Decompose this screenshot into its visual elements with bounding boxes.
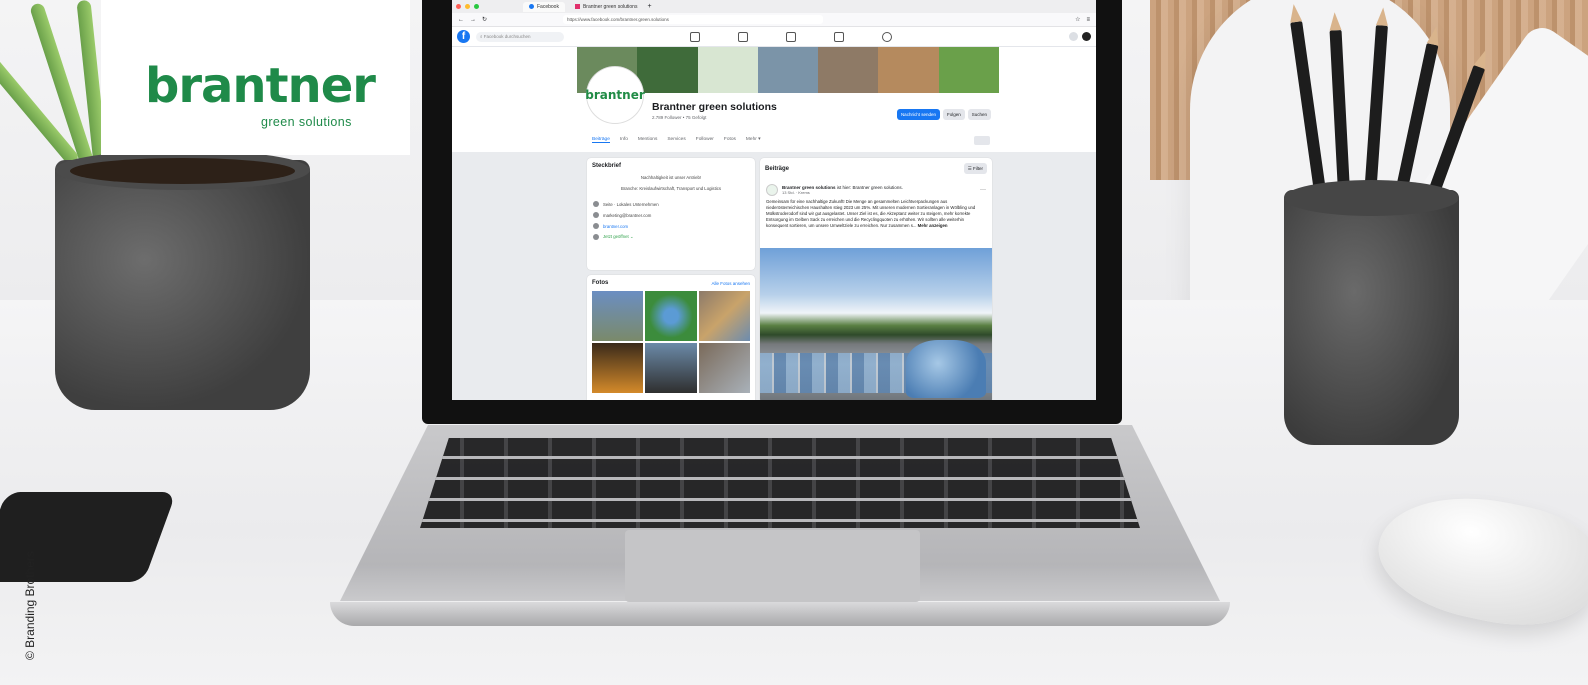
browser-tab-brantner[interactable]: Brantner green solutions bbox=[569, 2, 643, 12]
browser-tab-facebook[interactable]: Facebook bbox=[523, 1, 565, 12]
tab-label: Brantner green solutions bbox=[582, 3, 638, 10]
messenger-icon[interactable] bbox=[1082, 32, 1091, 41]
tab-followers[interactable]: Follower bbox=[696, 137, 714, 143]
photo-thumbnail[interactable] bbox=[592, 291, 644, 341]
forward-icon[interactable]: → bbox=[470, 17, 476, 23]
page-followers[interactable]: 2.789 Follower • 75 Gefolgt bbox=[652, 115, 706, 120]
home-icon[interactable] bbox=[690, 31, 700, 42]
post-date[interactable]: 13 Std. · Krems bbox=[782, 190, 903, 195]
mail-icon bbox=[593, 212, 599, 218]
pencil-cup-rim bbox=[1284, 180, 1459, 216]
facebook-favicon-icon bbox=[529, 4, 534, 9]
photo-thumbnail[interactable] bbox=[698, 291, 750, 341]
keyboard-rows bbox=[420, 438, 1140, 528]
photo-thumbnail[interactable] bbox=[592, 343, 644, 393]
tab-services[interactable]: Services bbox=[667, 137, 685, 143]
send-message-button[interactable]: Nachricht senden bbox=[896, 109, 940, 120]
photos-grid bbox=[592, 291, 750, 393]
facebook-top-nav: f ⌕ Facebook durchsuchen bbox=[452, 27, 1096, 47]
post-text: Gemeinsam für eine nachhaltige Zukunft! … bbox=[766, 199, 976, 228]
facebook-logo-icon[interactable]: f bbox=[457, 30, 470, 43]
laptop-screen: Facebook Brantner green solutions + ← → … bbox=[452, 0, 1096, 400]
tab-mentions[interactable]: Mentions bbox=[638, 137, 657, 143]
bookmark-star-icon[interactable]: ☆ bbox=[1075, 16, 1080, 23]
facebook-search-input[interactable]: ⌕ Facebook durchsuchen bbox=[476, 31, 564, 42]
photos-title: Fotos bbox=[592, 280, 609, 286]
marketplace-icon[interactable] bbox=[834, 31, 844, 42]
more-options-button[interactable] bbox=[974, 136, 990, 145]
search-placeholder: Facebook durchsuchen bbox=[483, 34, 531, 39]
maximize-window-icon[interactable] bbox=[474, 4, 479, 9]
see-all-photos-link[interactable]: Alle Fotos ansehen bbox=[711, 281, 750, 286]
intro-row: marketing@brantner.com bbox=[593, 212, 749, 218]
intro-row: brantner.com bbox=[593, 223, 749, 229]
photos-card: Fotos Alle Fotos ansehen bbox=[587, 275, 755, 400]
plant-soil bbox=[70, 158, 295, 184]
see-more-link[interactable]: Mehr anzeigen bbox=[918, 223, 948, 228]
tab-info[interactable]: Info bbox=[620, 137, 628, 143]
page-title: Brantner green solutions bbox=[652, 101, 777, 113]
back-icon[interactable]: ← bbox=[458, 17, 464, 23]
brand-logo-card: brantner green solutions bbox=[101, 0, 410, 155]
posts-card: Beiträge ☰ Filter Brantner green solutio… bbox=[760, 158, 992, 400]
friends-icon[interactable] bbox=[738, 31, 748, 42]
intro-title: Steckbrief bbox=[592, 163, 622, 169]
clock-icon bbox=[593, 234, 599, 240]
plastic-pile bbox=[906, 340, 986, 398]
posts-title: Beiträge bbox=[765, 165, 790, 172]
intro-row: Seite · Lokales Unternehmen bbox=[593, 201, 749, 207]
laptop-front-edge bbox=[330, 602, 1230, 626]
browser-tab-bar: Facebook Brantner green solutions + bbox=[452, 0, 1096, 13]
browser-url-bar: ← → ↻ https://www.facebook.com/brantner.… bbox=[452, 13, 1096, 27]
page-header: brantner Brantner green solutions 2.789 … bbox=[577, 47, 999, 123]
new-tab-icon[interactable]: + bbox=[647, 3, 651, 10]
concrete-pencil-cup bbox=[1284, 190, 1459, 445]
globe-icon bbox=[593, 223, 599, 229]
page-tabs: Beiträge Info Mentions Services Follower… bbox=[592, 137, 761, 143]
tab-more[interactable]: Mehr ▾ bbox=[746, 137, 761, 143]
post-options-icon[interactable]: ··· bbox=[980, 187, 986, 193]
post-header: Brantner green solutions ist hier: Brant… bbox=[766, 184, 986, 196]
video-icon[interactable] bbox=[786, 31, 796, 42]
avatar-wordmark: brantner bbox=[585, 88, 645, 102]
photo-thumbnail[interactable] bbox=[645, 343, 697, 393]
url-field[interactable]: https://www.facebook.com/brantner.green.… bbox=[563, 15, 824, 24]
tab-posts[interactable]: Beiträge bbox=[592, 137, 610, 143]
reload-icon[interactable]: ↻ bbox=[482, 16, 487, 23]
apps-menu-icon[interactable] bbox=[1069, 32, 1078, 41]
page-avatar[interactable]: brantner bbox=[585, 67, 645, 123]
photo-thumbnail[interactable] bbox=[645, 291, 697, 341]
tab-label: Facebook bbox=[537, 3, 559, 10]
intro-row: Jetzt geöffnet ⌄ bbox=[593, 234, 749, 240]
search-page-button[interactable]: Suchen bbox=[967, 109, 991, 120]
photo-thumbnail[interactable] bbox=[698, 343, 750, 393]
close-window-icon[interactable] bbox=[456, 4, 461, 9]
tab-photos[interactable]: Fotos bbox=[724, 137, 736, 143]
laptop-trackpad bbox=[625, 530, 920, 602]
filter-button[interactable]: ☰ Filter bbox=[963, 163, 987, 174]
post-author-location: ist hier: Brantner green solutions. bbox=[836, 185, 903, 190]
follow-button[interactable]: Folgen bbox=[942, 109, 965, 120]
intro-industry: Branche: Kreislaufwirtschaft, Transport … bbox=[620, 186, 722, 191]
intro-card: Steckbrief Nachhaltigkeit ist unser Antr… bbox=[587, 158, 755, 270]
menu-icon[interactable]: ≡ bbox=[1086, 17, 1090, 23]
info-icon bbox=[593, 201, 599, 207]
facebook-account-icons bbox=[1069, 32, 1091, 41]
page-actions: Nachricht senden Folgen Suchen bbox=[896, 109, 991, 120]
photo-credit: © Branding Brothers bbox=[23, 551, 37, 660]
instagram-favicon-icon bbox=[574, 4, 580, 9]
concrete-plant-pot bbox=[55, 160, 310, 410]
post-image[interactable] bbox=[760, 248, 992, 400]
brand-tagline: green solutions bbox=[261, 115, 352, 129]
minimize-window-icon[interactable] bbox=[465, 4, 470, 9]
brand-wordmark: brantner bbox=[145, 58, 376, 114]
gaming-icon[interactable] bbox=[882, 31, 892, 42]
post-author-avatar[interactable] bbox=[766, 184, 778, 196]
facebook-nav-icons bbox=[690, 31, 892, 42]
intro-slogan: Nachhaltigkeit ist unser Antrieb! bbox=[640, 175, 702, 180]
